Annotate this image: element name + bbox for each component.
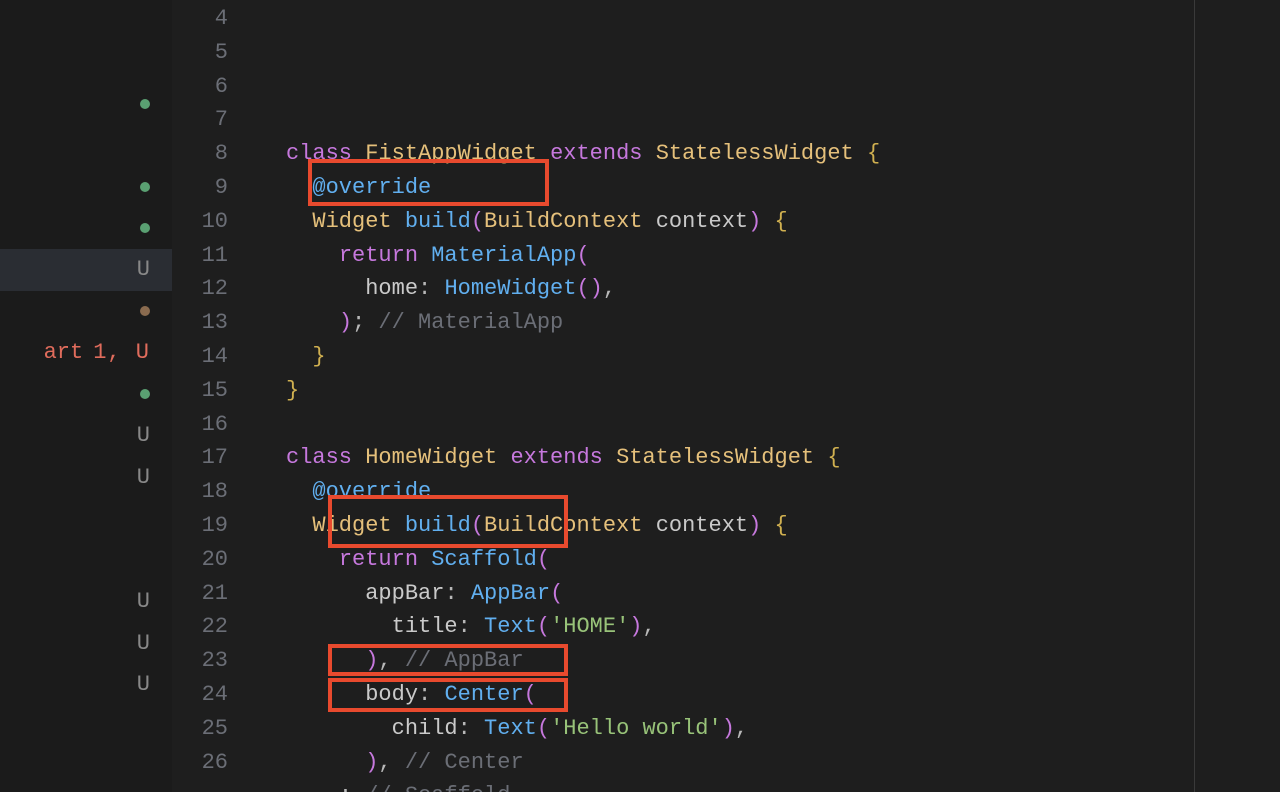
code-line[interactable]: class FistAppWidget extends StatelessWid… <box>256 137 1280 171</box>
line-number: 14 <box>172 340 228 374</box>
sidebar-row[interactable]: U <box>0 415 172 457</box>
app-root: Uart1, UUUUUU 45678910111213141516171819… <box>0 0 1280 792</box>
line-number: 5 <box>172 36 228 70</box>
code-line[interactable]: return MaterialApp( <box>256 239 1280 273</box>
line-number: 18 <box>172 475 228 509</box>
sidebar-row[interactable]: U <box>0 457 172 499</box>
sidebar-row[interactable] <box>0 125 172 167</box>
line-number: 24 <box>172 678 228 712</box>
file-status-badge: 1, U <box>93 340 150 365</box>
file-name: art <box>44 340 84 365</box>
line-number: 23 <box>172 644 228 678</box>
git-untracked-badge: U <box>137 672 150 697</box>
line-number-gutter: 4567891011121314151617181920212223242526 <box>172 0 256 792</box>
sidebar-row[interactable] <box>0 291 172 333</box>
code-line[interactable]: Widget build(BuildContext context) { <box>256 205 1280 239</box>
line-number: 9 <box>172 171 228 205</box>
sidebar-row[interactable]: U <box>0 664 172 706</box>
git-status-dot <box>140 389 150 399</box>
code-line[interactable]: Widget build(BuildContext context) { <box>256 509 1280 543</box>
code-line[interactable]: ); // MaterialApp <box>256 306 1280 340</box>
line-number: 10 <box>172 205 228 239</box>
line-number: 19 <box>172 509 228 543</box>
code-line[interactable]: @override <box>256 475 1280 509</box>
code-line[interactable]: @override <box>256 171 1280 205</box>
line-number: 7 <box>172 103 228 137</box>
sidebar-row[interactable]: U <box>0 249 172 291</box>
code-line[interactable]: title: Text('HOME'), <box>256 610 1280 644</box>
sidebar-row[interactable] <box>0 374 172 416</box>
sidebar: Uart1, UUUUUU <box>0 0 172 792</box>
sidebar-row[interactable]: art 1, U <box>0 332 172 374</box>
git-untracked-badge: U <box>137 465 150 490</box>
sidebar-row[interactable]: U <box>0 623 172 665</box>
sidebar-row[interactable]: U <box>0 581 172 623</box>
git-untracked-badge: U <box>137 257 150 282</box>
code-line[interactable]: body: Center( <box>256 678 1280 712</box>
code-line[interactable]: } <box>256 374 1280 408</box>
sidebar-row[interactable] <box>0 498 172 540</box>
code-line[interactable]: } <box>256 340 1280 374</box>
code-editor[interactable]: 4567891011121314151617181920212223242526… <box>172 0 1280 792</box>
code-line[interactable]: appBar: AppBar( <box>256 577 1280 611</box>
line-number: 8 <box>172 137 228 171</box>
line-number: 12 <box>172 272 228 306</box>
code-line[interactable]: return Scaffold( <box>256 543 1280 577</box>
sidebar-row[interactable] <box>0 42 172 84</box>
line-number: 25 <box>172 712 228 746</box>
sidebar-row[interactable] <box>0 83 172 125</box>
code-line[interactable]: ), // Center <box>256 746 1280 780</box>
git-untracked-badge: U <box>137 589 150 614</box>
git-status-dot <box>140 99 150 109</box>
line-number: 6 <box>172 70 228 104</box>
line-number: 20 <box>172 543 228 577</box>
git-untracked-badge: U <box>137 423 150 448</box>
code-line[interactable]: ; // Scaffold <box>256 779 1280 792</box>
git-untracked-badge: U <box>137 631 150 656</box>
line-number: 17 <box>172 441 228 475</box>
code-line[interactable] <box>256 103 1280 137</box>
git-status-dot <box>140 306 150 316</box>
git-status-dot <box>140 223 150 233</box>
sidebar-row[interactable] <box>0 540 172 582</box>
code-content[interactable]: class FistAppWidget extends StatelessWid… <box>256 0 1280 792</box>
sidebar-row[interactable] <box>0 166 172 208</box>
code-line[interactable]: home: HomeWidget(), <box>256 272 1280 306</box>
code-line[interactable]: ), // AppBar <box>256 644 1280 678</box>
code-line[interactable]: class HomeWidget extends StatelessWidget… <box>256 441 1280 475</box>
code-line[interactable]: child: Text('Hello world'), <box>256 712 1280 746</box>
line-number: 22 <box>172 610 228 644</box>
git-status-dot <box>140 182 150 192</box>
line-number: 4 <box>172 2 228 36</box>
line-number: 26 <box>172 746 228 780</box>
line-number: 15 <box>172 374 228 408</box>
line-number: 11 <box>172 239 228 273</box>
sidebar-row[interactable] <box>0 208 172 250</box>
line-number: 16 <box>172 408 228 442</box>
code-line[interactable] <box>256 408 1280 442</box>
line-number: 13 <box>172 306 228 340</box>
line-number: 21 <box>172 577 228 611</box>
sidebar-row[interactable] <box>0 0 172 42</box>
